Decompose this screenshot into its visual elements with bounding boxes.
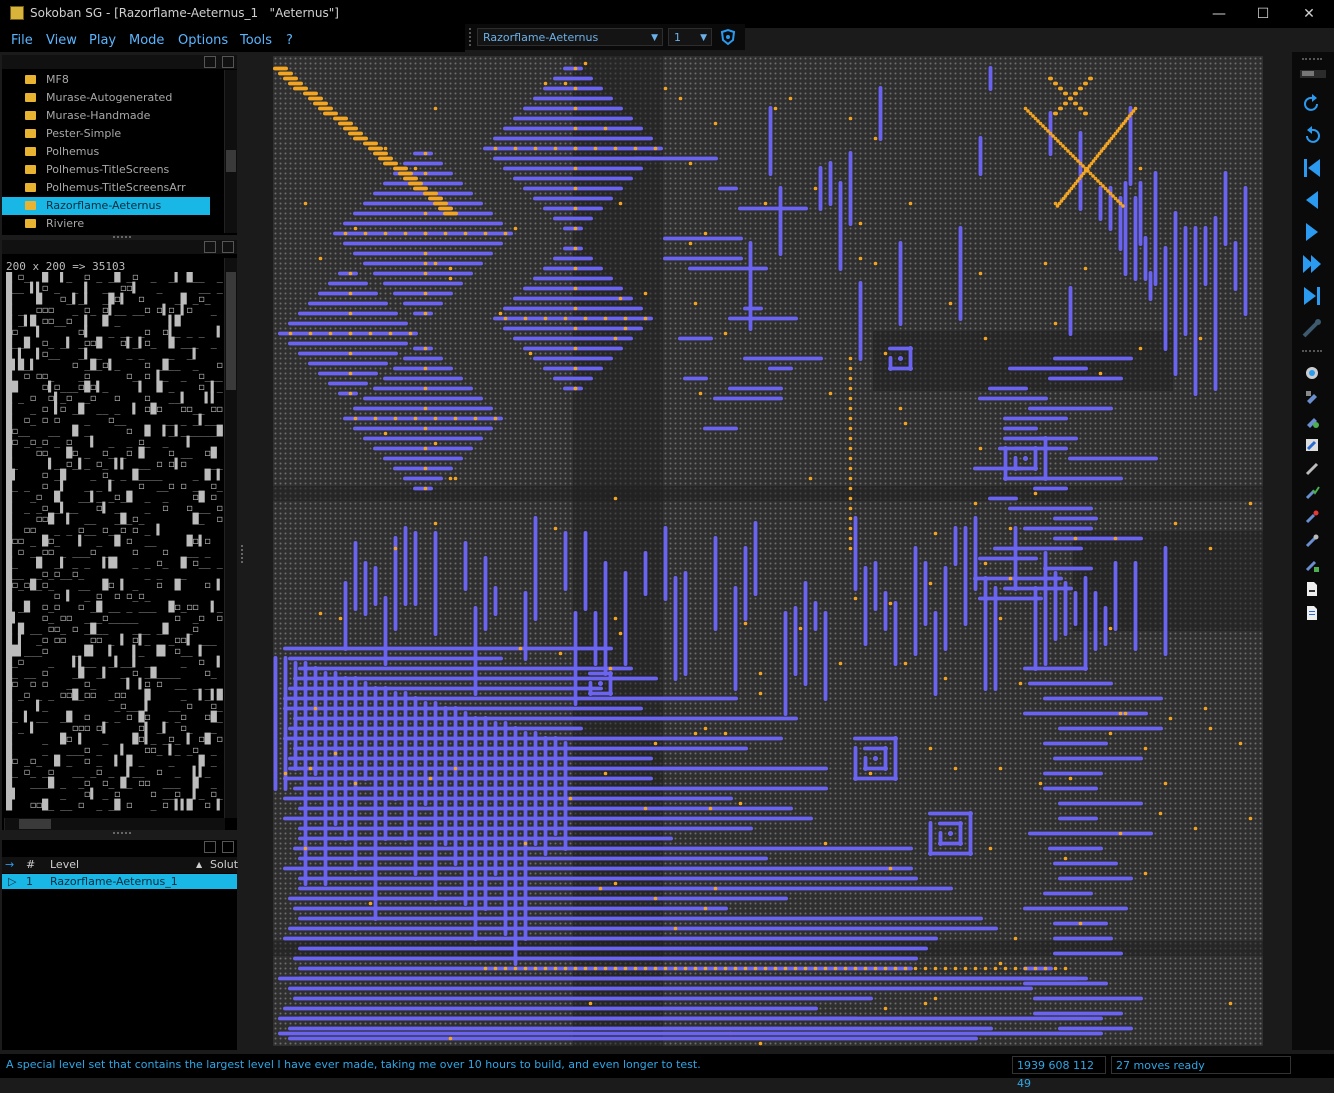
sort-ascending-icon: ▲ [196,860,203,869]
toolbar-grip[interactable] [469,28,475,46]
minimize-button[interactable]: — [1202,4,1236,24]
panel-close-button[interactable] [222,56,234,68]
collection-item-label: Razorflame-Aeternus [46,199,162,212]
panel-float-button[interactable] [204,56,216,68]
collection-item-label: Polhemus [46,145,100,158]
collection-select-value: Razorflame-Aeternus [483,31,599,44]
status-message: A special level set that contains the la… [6,1058,701,1071]
collections-scrollbar[interactable] [224,70,237,233]
preview-vscrollbar[interactable] [224,258,237,818]
menu-options[interactable]: Options [178,33,228,48]
level-number: 1 [26,875,33,888]
solver-icon[interactable] [1304,389,1320,405]
collection-item-label: Polhemus-TitleScreensArr [46,181,186,194]
menu-tools[interactable]: Tools [240,33,272,48]
check-tool-icon[interactable] [1304,485,1320,501]
toolbar-grip[interactable] [1302,350,1322,355]
folder-icon [25,75,36,84]
folder-icon [25,219,36,228]
collection-item[interactable]: Pester-Simple [2,125,210,143]
solution-column-header[interactable]: Solut [210,857,238,873]
panel-close-button[interactable] [222,841,234,853]
settings-tool-icon[interactable] [1304,557,1320,573]
generator-icon[interactable] [1304,437,1320,453]
panel-float-button[interactable] [204,241,216,253]
edit-tools-icon[interactable] [1300,316,1324,340]
collection-item-label: Murase-Autogenerated [46,91,173,104]
last-level-icon[interactable] [1300,284,1324,308]
level-select-value: 1 [674,31,681,44]
menu-help[interactable]: ? [286,33,293,48]
level-select[interactable]: 1 ▼ [668,28,712,46]
flag-tool-icon[interactable] [1304,509,1320,525]
board-canvas[interactable] [273,56,1263,1046]
preview-hscrollbar[interactable] [4,818,225,830]
folder-icon [25,147,36,156]
collection-item[interactable]: Polhemus-TitleScreens [2,161,210,179]
folder-icon [25,129,36,138]
collection-item-label: Riviere [46,217,85,230]
undo-icon[interactable] [1300,92,1324,116]
next-unsolved-icon[interactable] [1300,252,1324,276]
level-preview: █ ◻_ █ ▌_ ◻ _ _█ _◻ _ _▌ █__ _ █__ ▌▌◻ _… [6,272,223,811]
menu-view[interactable]: View [46,33,77,48]
window-title: Sokoban SG - [Razorflame-Aeternus_1 "Aet… [30,6,339,20]
menu-mode[interactable]: Mode [129,33,164,48]
wrench-tool-icon[interactable] [1304,533,1320,549]
game-board[interactable] [273,56,1263,1046]
current-level-marker-icon: ▷ [8,875,17,888]
collection-item[interactable]: Murase-Handmade [2,107,210,125]
menu-play[interactable]: Play [89,33,116,48]
folder-icon [25,165,36,174]
chevron-down-icon: ▼ [651,33,658,43]
collection-item-label: MF8 [46,73,69,86]
panel-float-button[interactable] [204,841,216,853]
preview-panel-title [2,240,237,254]
chevron-down-icon: ▼ [700,33,707,43]
previous-level-icon[interactable] [1300,188,1324,212]
level-name: Razorflame-Aeternus_1 [50,875,178,888]
collection-item-label: Murase-Handmade [46,109,151,122]
optimizer-icon[interactable] [1304,413,1320,429]
collection-item[interactable]: MF8 [2,71,210,89]
number-column-header[interactable]: # [26,857,35,873]
first-level-icon[interactable] [1300,156,1324,180]
level-stats: 1939 608 112 49 [1012,1056,1106,1090]
moves-status: 27 moves ready [1111,1056,1291,1074]
collection-item-label: Pester-Simple [46,127,122,140]
collection-item[interactable]: Riviere [2,215,210,233]
skin-icon[interactable] [718,27,738,47]
notes-icon[interactable] [1304,605,1320,621]
collection-select[interactable]: Razorflame-Aeternus ▼ [477,28,663,46]
dock-splitter[interactable] [241,545,246,563]
collection-item[interactable]: Polhemus-TitleScreensArr [2,179,210,197]
level-list-header: → # Level ▲ Solut [2,857,238,873]
splitter-grip[interactable] [113,832,131,837]
panel-close-button[interactable] [222,241,234,253]
tool-icon[interactable] [1304,461,1320,477]
level-row[interactable]: ▷ 1 Razorflame-Aeternus_1 [2,874,237,889]
collection-item[interactable]: Razorflame-Aeternus [2,197,210,215]
redo-icon[interactable] [1300,124,1324,148]
app-icon [10,6,24,20]
document-icon[interactable] [1304,581,1320,597]
collection-item-label: Polhemus-TitleScreens [46,163,170,176]
next-level-icon[interactable] [1300,220,1324,244]
maximize-button[interactable]: ☐ [1246,4,1280,24]
collection-item[interactable]: Polhemus [2,143,210,161]
camera-icon[interactable] [1304,365,1320,381]
collections-panel-title [2,55,237,69]
toolbar-grip[interactable] [1302,58,1322,63]
folder-icon [25,111,36,120]
collection-item[interactable]: Murase-Autogenerated [2,89,210,107]
folder-icon [25,201,36,210]
speed-slider[interactable] [1300,70,1326,78]
menu-file[interactable]: File [11,33,33,48]
folder-icon [25,93,36,102]
level-column-header[interactable]: Level [50,857,79,873]
close-button[interactable]: ✕ [1292,4,1326,24]
folder-icon [25,183,36,192]
arrow-column-header[interactable]: → [5,857,14,873]
